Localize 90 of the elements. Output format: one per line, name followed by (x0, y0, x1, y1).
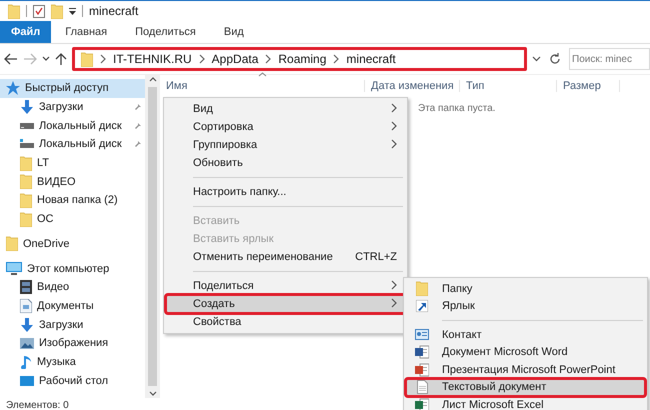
desktop-icon (20, 376, 34, 386)
film-icon (20, 280, 32, 294)
sidebar-item[interactable]: Документы (0, 296, 145, 316)
folder-icon (8, 4, 20, 18)
sidebar-item[interactable]: ВИДЕО (0, 172, 145, 192)
folder-icon (20, 156, 32, 171)
music-note-icon (20, 354, 32, 369)
folder-icon (20, 192, 32, 208)
properties-icon[interactable] (33, 4, 45, 18)
column-header[interactable]: Дата изменения (365, 80, 460, 92)
status-text: Элементов: 0 (6, 400, 69, 410)
window-title: minecraft (89, 4, 138, 18)
sidebar-item[interactable]: Музыка (0, 352, 145, 372)
download-icon (20, 100, 34, 114)
sidebar-item[interactable]: Загрузки (0, 98, 145, 116)
sort-caret-icon (258, 72, 267, 77)
empty-folder-message: Эта папка пуста. (418, 103, 496, 114)
breadcrumb[interactable]: IT-TEHNIK.RU (113, 52, 192, 66)
text-file-icon (416, 380, 428, 394)
ribbon-tab[interactable]: Поделиться (121, 21, 210, 43)
sidebar-item[interactable]: Локальный диск (0, 135, 145, 154)
menu-item[interactable]: Сортировка (166, 118, 405, 136)
image-icon (20, 338, 34, 349)
drive-icon (20, 139, 34, 150)
sidebar-item[interactable]: Этот компьютер (0, 259, 145, 278)
menu-item[interactable]: Свойства (166, 313, 405, 331)
shortcut-icon (416, 300, 428, 312)
sidebar-item[interactable]: Быстрый доступ (0, 79, 145, 98)
menu-item[interactable]: Поделиться (166, 277, 405, 295)
sidebar-item[interactable]: OneDrive (0, 234, 145, 254)
search-field[interactable]: Поиск: minec (569, 48, 650, 70)
menu-item[interactable]: Лист Microsoft Excel (406, 396, 645, 410)
sidebar-item[interactable]: LT (0, 154, 145, 172)
folder-icon (416, 281, 428, 296)
new-folder-icon (51, 4, 63, 18)
sidebar-item[interactable]: Видео (0, 278, 145, 297)
folder-icon (20, 212, 32, 227)
chevron-icon (100, 54, 106, 64)
menu-item[interactable]: Презентация Microsoft PowerPoint (406, 361, 645, 378)
dropdown-icon[interactable] (69, 8, 76, 14)
sidebar-item[interactable]: Новая папка (2) (0, 191, 145, 210)
menu-item[interactable]: Отменить переименование CTRL+Z (166, 248, 405, 266)
word-document-icon (415, 345, 429, 360)
contact-card-icon (415, 329, 429, 340)
column-header[interactable]: Имя (160, 80, 365, 92)
menu-item[interactable]: Обновить (166, 154, 405, 172)
ribbon-tab[interactable]: Вид (210, 21, 258, 43)
breadcrumb[interactable]: Roaming (278, 52, 326, 66)
menu-item[interactable]: Вид (166, 100, 405, 118)
dropdown-icon[interactable] (532, 56, 541, 62)
computer-icon (6, 262, 22, 276)
ribbon-tab[interactable]: Главная (51, 21, 122, 43)
menu-item[interactable]: Группировка (166, 136, 405, 154)
file-menu-button[interactable]: Файл (0, 21, 52, 43)
sidebar-item[interactable]: OC (0, 210, 145, 228)
menu-item[interactable]: Создать (166, 295, 405, 313)
sidebar-item[interactable]: Загрузки (0, 315, 145, 334)
drive-icon (20, 122, 34, 130)
spreadsheet-icon (415, 398, 429, 410)
shortcut-label: CTRL+Z (355, 251, 397, 263)
column-header[interactable]: Размер (557, 80, 620, 92)
folder-icon (81, 52, 93, 66)
menu-item[interactable]: Документ Microsoft Word (406, 344, 645, 361)
presentation-icon (415, 362, 429, 377)
column-header[interactable]: Тип (460, 80, 557, 92)
star-icon (6, 81, 20, 96)
menu-item[interactable]: Папку (406, 280, 645, 298)
menu-item[interactable]: Ярлык (406, 298, 645, 315)
sidebar-item[interactable]: Локальный диск (0, 116, 145, 136)
breadcrumb[interactable]: AppData (212, 52, 258, 66)
folder-icon (6, 236, 18, 252)
folder-icon (20, 174, 32, 190)
breadcrumb[interactable]: minecraft (346, 52, 396, 66)
back-icon[interactable] (4, 53, 18, 65)
chevron-icon (333, 54, 340, 64)
sidebar-item[interactable]: Изображения (0, 334, 145, 353)
up-icon[interactable] (55, 52, 67, 66)
chevron-icon (198, 54, 205, 64)
recent-locations-icon[interactable] (42, 56, 50, 62)
scrollbar-thumb[interactable] (148, 87, 157, 386)
menu-item[interactable]: Контакт (406, 326, 645, 344)
chevron-icon (265, 54, 272, 64)
menu-item[interactable]: Текстовый документ (406, 378, 645, 396)
scroll-down-icon[interactable] (148, 390, 156, 398)
scroll-up-icon[interactable] (148, 75, 156, 83)
sidebar-item[interactable]: Рабочий стол (0, 371, 145, 390)
document-icon (20, 298, 32, 313)
download-icon (20, 318, 34, 332)
address-bar[interactable]: IT-TEHNIK.RU AppData Roaming minecraft (72, 47, 527, 71)
menu-item[interactable]: Настроить папку... (166, 183, 405, 201)
